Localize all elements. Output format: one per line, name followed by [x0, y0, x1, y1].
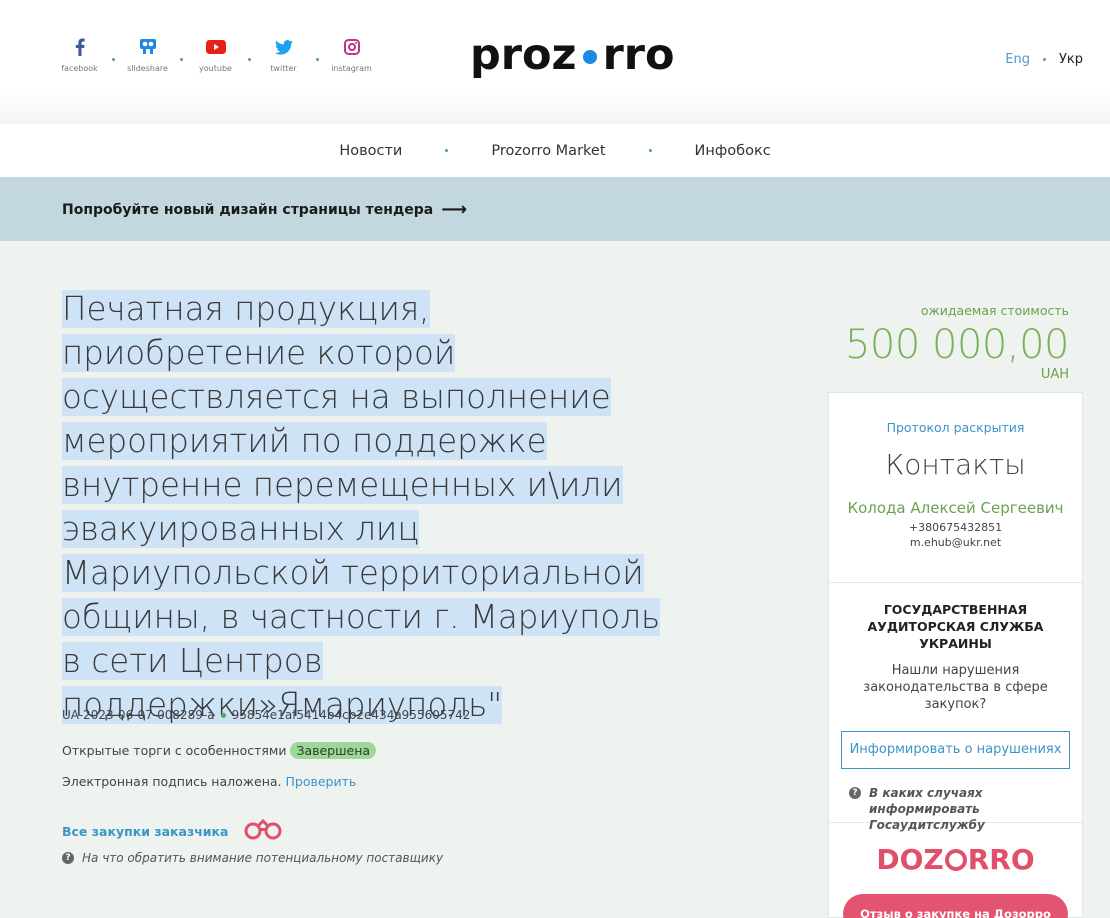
question-icon: ? — [849, 787, 861, 799]
slideshare-icon — [139, 36, 157, 58]
logo-dot-icon — [582, 50, 597, 64]
contact-person: Колода Алексей Сергеевич — [847, 499, 1064, 517]
site-header: facebook slideshare youtube twitter inst… — [0, 0, 1110, 124]
slideshare-link[interactable]: slideshare — [120, 36, 175, 73]
youtube-icon — [205, 36, 226, 58]
expected-value-currency: UAH — [1040, 367, 1069, 382]
twitter-icon — [274, 36, 293, 58]
expected-value-label: ожидаемая стоимость — [920, 303, 1069, 318]
nav-item-market[interactable]: Prozorro Market — [491, 143, 605, 159]
nav-item-infobox[interactable]: Инфобокс — [695, 143, 771, 159]
contact-email: m.ehub@ukr.net — [909, 536, 1002, 549]
binoculars-icon[interactable] — [244, 818, 282, 844]
tender-title-text: Печатная продукция, приобретение которой… — [62, 290, 661, 724]
separator-dot — [316, 58, 319, 61]
instagram-label: instagram — [331, 64, 372, 73]
new-design-link[interactable]: Попробуйте новый дизайн страницы тендера… — [62, 199, 467, 220]
facebook-link[interactable]: facebook — [52, 36, 107, 73]
facebook-icon — [75, 36, 85, 58]
audit-section: ГОСУДАРСТВЕННАЯ АУДИТОРСКАЯ СЛУЖБА УКРАИ… — [829, 583, 1082, 832]
tender-hash: 95854e1af5414b4cb2e434a955605742 — [231, 708, 471, 722]
supplier-hint-text: На что обратить внимание потенциальному … — [82, 851, 444, 865]
expected-value-amount: 500 000,00 — [844, 322, 1070, 368]
separator-dot — [220, 712, 226, 718]
nav-item-news[interactable]: Новости — [339, 143, 402, 159]
question-icon: ? — [62, 852, 74, 864]
dozorro-logo[interactable]: DO Z RRO — [876, 843, 1034, 876]
language-switcher: Eng Укр — [1005, 52, 1083, 67]
verify-signature-link[interactable]: Проверить — [286, 774, 357, 789]
signature-text: Электронная подпись наложена. — [62, 774, 282, 789]
contact-phone: +380675432851 — [908, 521, 1003, 534]
main-nav: Новости Prozorro Market Инфобокс — [0, 124, 1110, 177]
protocol-link[interactable]: Протокол раскрытия — [829, 420, 1082, 435]
all-purchases-link[interactable]: Все закупки заказчика — [62, 824, 228, 839]
dozorro-logo-right: RRO — [967, 843, 1035, 876]
new-design-text: Попробуйте новый дизайн страницы тендера — [62, 201, 434, 218]
tender-ids: UA-2023-06-07-008289-a 95854e1af5414b4cb… — [62, 708, 470, 722]
tender-title: Печатная продукция, приобретение которой… — [62, 287, 672, 727]
tender-id: UA-2023-06-07-008289-a — [62, 708, 215, 722]
sidebar-card: Протокол раскрытия Контакты Колода Алекс… — [828, 392, 1083, 918]
separator-dot — [648, 149, 652, 152]
all-purchases-row: Все закупки заказчика — [62, 818, 282, 844]
signature-row: Электронная подпись наложена. Проверить — [62, 774, 356, 789]
dozorro-logo-left: DO — [876, 843, 924, 876]
youtube-link[interactable]: youtube — [188, 36, 243, 73]
instagram-link[interactable]: instagram — [324, 36, 379, 73]
lang-eng-link[interactable]: Eng — [1005, 52, 1030, 67]
logo-text-right: rro — [602, 30, 675, 80]
logo-text-left: proz — [470, 30, 577, 80]
youtube-label: youtube — [199, 64, 232, 73]
supplier-hint[interactable]: ? На что обратить внимание потенциальном… — [62, 851, 443, 865]
separator-dot — [180, 58, 183, 61]
dozorro-ring-icon — [944, 848, 967, 871]
dozorro-section: DO Z RRO Отзыв о закупке на Дозорро — [829, 823, 1082, 918]
separator-dot — [248, 58, 251, 61]
audit-question: Нашли нарушения законодательства в сфере… — [863, 663, 1048, 712]
status-badge: Завершена — [290, 742, 377, 759]
twitter-label: twitter — [270, 64, 297, 73]
contacts-heading: Контакты — [885, 448, 1026, 481]
procedure-type: Открытые торги с особенностями — [62, 743, 287, 758]
new-design-banner: Попробуйте новый дизайн страницы тендера… — [0, 177, 1110, 241]
slideshare-label: slideshare — [127, 64, 168, 73]
contacts-section: Протокол раскрытия Контакты Колода Алекс… — [829, 393, 1082, 583]
separator-dot — [445, 149, 449, 152]
separator-dot — [112, 58, 115, 61]
audit-hint-text: В каких случаях информировать Госаудитсл… — [869, 786, 985, 832]
twitter-link[interactable]: twitter — [256, 36, 311, 73]
procedure-row: Открытые торги с особенностями Завершена — [62, 742, 377, 759]
social-links: facebook slideshare youtube twitter inst… — [52, 36, 379, 73]
report-violation-button[interactable]: Информировать о нарушениях — [841, 731, 1070, 769]
audit-heading: ГОСУДАРСТВЕННАЯ АУДИТОРСКАЯ СЛУЖБА УКРАИ… — [867, 602, 1044, 651]
dozorro-logo-mid: Z — [923, 843, 944, 876]
lang-ukr-current[interactable]: Укр — [1059, 52, 1083, 67]
arrow-right-icon: ⟶ — [441, 199, 468, 220]
dozorro-review-button[interactable]: Отзыв о закупке на Дозорро — [843, 894, 1068, 918]
facebook-label: facebook — [61, 64, 98, 73]
audit-hint[interactable]: ? В каких случаях информировать Госаудит… — [849, 785, 1072, 833]
prozorro-logo[interactable]: proz rro — [470, 30, 675, 80]
instagram-icon — [343, 36, 360, 58]
separator-dot — [1042, 58, 1046, 61]
